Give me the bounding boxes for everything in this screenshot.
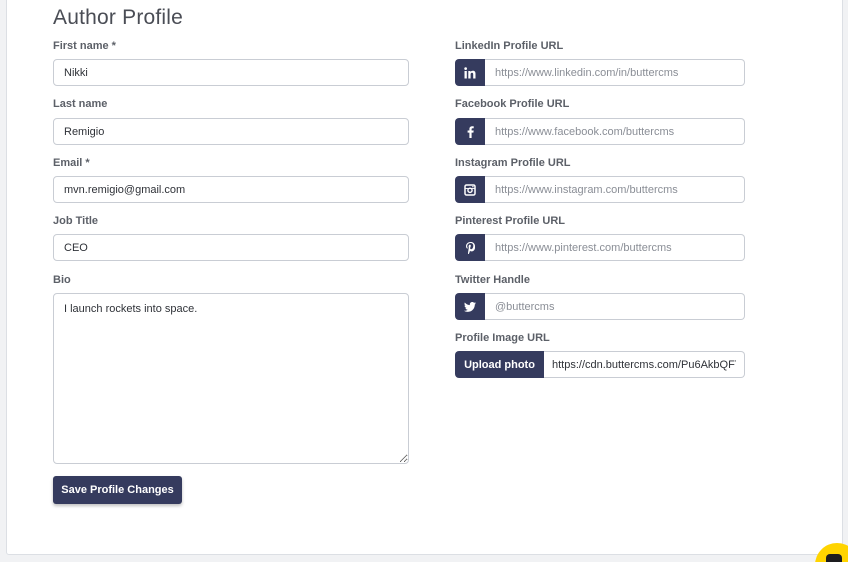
instagram-url-input[interactable] — [485, 176, 745, 203]
instagram-label: Instagram Profile URL — [455, 157, 571, 169]
twitter-input-group — [455, 293, 745, 320]
email-label: Email * — [53, 157, 90, 169]
bio-label: Bio — [53, 274, 71, 286]
twitter-handle-input[interactable] — [485, 293, 745, 320]
bio-textarea[interactable]: I launch rockets into space. — [53, 293, 409, 464]
profile-image-input-group: Upload photo — [455, 351, 745, 378]
author-profile-card: Author Profile First name * Last name Em… — [6, 0, 843, 555]
pinterest-input-group — [455, 234, 745, 261]
instagram-input-group — [455, 176, 745, 203]
linkedin-icon — [455, 59, 485, 86]
first-name-field[interactable] — [53, 59, 409, 86]
facebook-input-group — [455, 118, 745, 145]
facebook-url-input[interactable] — [485, 118, 745, 145]
twitter-icon — [455, 293, 485, 320]
linkedin-label: LinkedIn Profile URL — [455, 40, 564, 52]
twitter-label: Twitter Handle — [455, 274, 530, 286]
last-name-label: Last name — [53, 98, 108, 110]
linkedin-input-group — [455, 59, 745, 86]
profile-image-url-input[interactable] — [544, 351, 745, 378]
upload-photo-button[interactable]: Upload photo — [455, 351, 544, 378]
chat-icon — [826, 554, 842, 562]
first-name-label: First name * — [53, 40, 116, 52]
instagram-icon — [455, 176, 485, 203]
profile-image-label: Profile Image URL — [455, 332, 550, 344]
save-profile-button[interactable]: Save Profile Changes — [53, 476, 182, 504]
email-field[interactable] — [53, 176, 409, 203]
facebook-label: Facebook Profile URL — [455, 98, 570, 110]
job-title-field[interactable] — [53, 234, 409, 261]
page-title: Author Profile — [53, 6, 184, 29]
last-name-field[interactable] — [53, 118, 409, 145]
pinterest-label: Pinterest Profile URL — [455, 215, 566, 227]
pinterest-icon — [455, 234, 485, 261]
pinterest-url-input[interactable] — [485, 234, 745, 261]
job-title-label: Job Title — [53, 215, 99, 227]
facebook-icon — [455, 118, 485, 145]
linkedin-url-input[interactable] — [485, 59, 745, 86]
